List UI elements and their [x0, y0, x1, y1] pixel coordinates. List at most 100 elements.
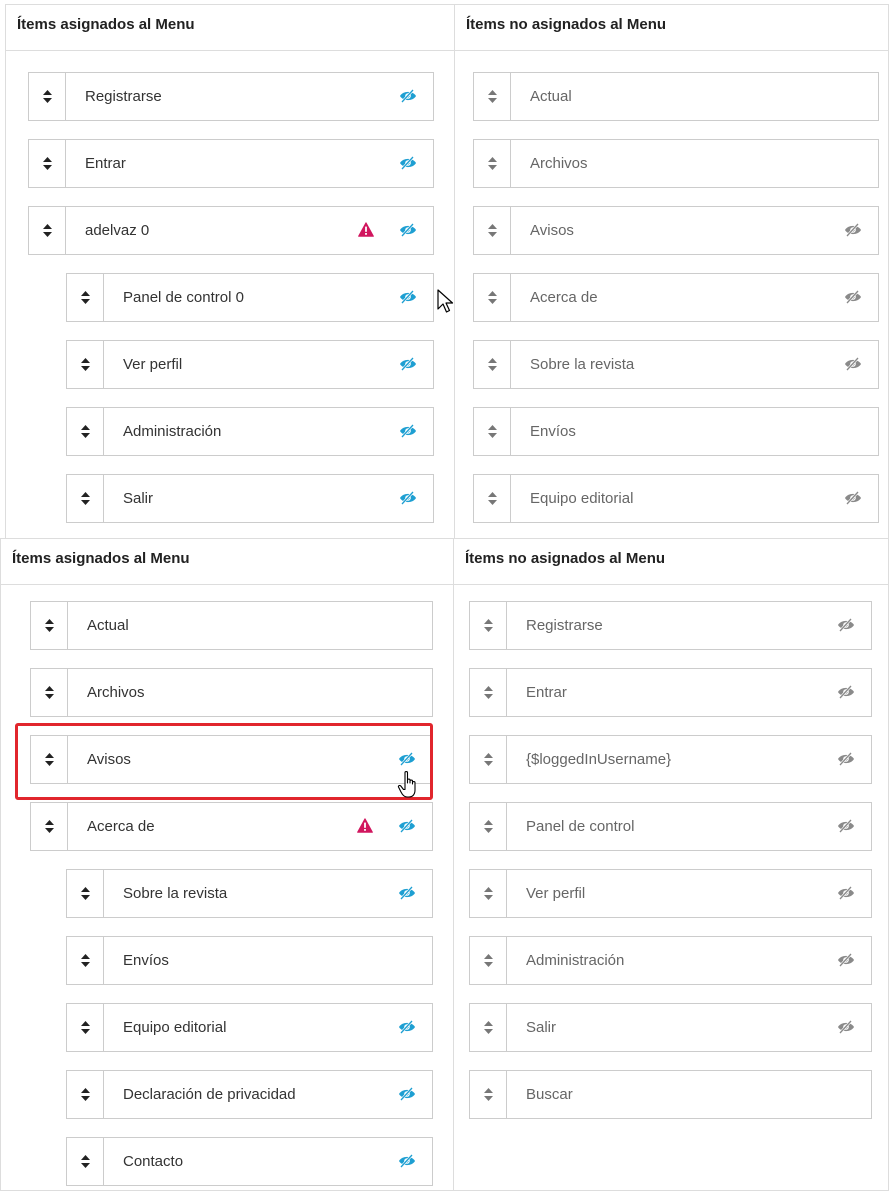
menu-item-label: Entrar	[526, 684, 567, 701]
drag-handle-icon[interactable]	[470, 736, 507, 783]
drag-handle-icon[interactable]	[31, 669, 68, 716]
visible-eye-icon[interactable]	[398, 886, 416, 900]
unassigned-menu-item[interactable]: Acerca de	[473, 273, 879, 322]
menu-item-label: Ver perfil	[526, 885, 586, 902]
menu-item-label: Registrarse	[85, 88, 162, 105]
drag-handle-icon[interactable]	[474, 140, 511, 187]
visible-eye-icon[interactable]	[398, 1087, 416, 1101]
assigned-menu-item[interactable]: Panel de control 0	[66, 273, 434, 322]
visible-eye-icon[interactable]	[398, 1154, 416, 1168]
hidden-eye-icon[interactable]	[837, 752, 855, 766]
drag-handle-icon[interactable]	[67, 1138, 104, 1185]
menu-item-label: Equipo editorial	[123, 1019, 227, 1036]
drag-handle-icon[interactable]	[470, 1004, 507, 1051]
visible-eye-icon[interactable]	[398, 1020, 416, 1034]
hidden-eye-icon[interactable]	[844, 290, 862, 304]
drag-handle-icon[interactable]	[474, 341, 511, 388]
drag-handle-icon[interactable]	[67, 1004, 104, 1051]
unassigned-menu-item[interactable]: Entrar	[469, 668, 872, 717]
drag-handle-icon[interactable]	[474, 274, 511, 321]
unassigned-menu-item[interactable]: Panel de control	[469, 802, 872, 851]
assigned-menu-item[interactable]: Avisos	[30, 735, 433, 784]
top-assigned-column: Ítems asignados al Menu Registrarse Entra…	[6, 5, 454, 543]
visible-eye-icon[interactable]	[399, 223, 417, 237]
unassigned-menu-item[interactable]: Sobre la revista	[473, 340, 879, 389]
drag-handle-icon[interactable]	[474, 475, 511, 522]
drag-handle-icon[interactable]	[29, 207, 66, 254]
unassigned-menu-item[interactable]: Ver perfil	[469, 869, 872, 918]
hidden-eye-icon[interactable]	[837, 886, 855, 900]
hidden-eye-icon[interactable]	[837, 1020, 855, 1034]
assigned-menu-item[interactable]: Acerca de	[30, 802, 433, 851]
drag-handle-icon[interactable]	[470, 937, 507, 984]
drag-handle-icon[interactable]	[67, 475, 104, 522]
drag-handle-icon[interactable]	[470, 669, 507, 716]
menu-item-label: Administración	[123, 423, 222, 440]
unassigned-menu-item[interactable]: Equipo editorial	[473, 474, 879, 523]
unassigned-menu-item[interactable]: Buscar	[469, 1070, 872, 1119]
warning-icon	[358, 222, 374, 237]
hidden-eye-icon[interactable]	[837, 685, 855, 699]
menu-item-label: Actual	[87, 617, 129, 634]
unassigned-menu-item[interactable]: Envíos	[473, 407, 879, 456]
drag-handle-icon[interactable]	[31, 602, 68, 649]
visible-eye-icon[interactable]	[399, 290, 417, 304]
assigned-menu-item[interactable]: Declaración de privacidad	[66, 1070, 433, 1119]
menu-item-label: Equipo editorial	[530, 490, 634, 507]
drag-handle-icon[interactable]	[29, 73, 66, 120]
drag-handle-icon[interactable]	[31, 803, 68, 850]
hidden-eye-icon[interactable]	[837, 618, 855, 632]
unassigned-menu-item[interactable]: Registrarse	[469, 601, 872, 650]
top-unassigned-column: Ítems no asignados al Menu Actual Archivo…	[454, 5, 888, 543]
hidden-eye-icon[interactable]	[837, 953, 855, 967]
assigned-menu-item[interactable]: Entrar	[28, 139, 434, 188]
assigned-menu-item[interactable]: Salir	[66, 474, 434, 523]
assigned-menu-item[interactable]: Registrarse	[28, 72, 434, 121]
unassigned-menu-item[interactable]: {$loggedInUsername}	[469, 735, 872, 784]
unassigned-menu-item[interactable]: Archivos	[473, 139, 879, 188]
assigned-menu-item[interactable]: adelvaz 0	[28, 206, 434, 255]
menu-item-label: Archivos	[530, 155, 588, 172]
drag-handle-icon[interactable]	[474, 207, 511, 254]
visible-eye-icon[interactable]	[398, 819, 416, 833]
drag-handle-icon[interactable]	[67, 870, 104, 917]
assigned-menu-item[interactable]: Archivos	[30, 668, 433, 717]
menu-item-label: Avisos	[530, 222, 574, 239]
unassigned-menu-item[interactable]: Actual	[473, 72, 879, 121]
drag-handle-icon[interactable]	[470, 602, 507, 649]
drag-handle-icon[interactable]	[67, 274, 104, 321]
assigned-menu-item[interactable]: Envíos	[66, 936, 433, 985]
drag-handle-icon[interactable]	[29, 140, 66, 187]
assigned-menu-item[interactable]: Contacto	[66, 1137, 433, 1186]
drag-handle-icon[interactable]	[474, 73, 511, 120]
hidden-eye-icon[interactable]	[837, 819, 855, 833]
drag-handle-icon[interactable]	[470, 1071, 507, 1118]
assigned-menu-item[interactable]: Ver perfil	[66, 340, 434, 389]
menu-item-label: Salir	[526, 1019, 557, 1036]
hidden-eye-icon[interactable]	[844, 223, 862, 237]
visible-eye-icon[interactable]	[398, 752, 416, 766]
visible-eye-icon[interactable]	[399, 89, 417, 103]
drag-handle-icon[interactable]	[67, 1071, 104, 1118]
unassigned-menu-item[interactable]: Avisos	[473, 206, 879, 255]
drag-handle-icon[interactable]	[470, 870, 507, 917]
assigned-menu-item[interactable]: Actual	[30, 601, 433, 650]
visible-eye-icon[interactable]	[399, 491, 417, 505]
drag-handle-icon[interactable]	[67, 341, 104, 388]
unassigned-menu-item[interactable]: Salir	[469, 1003, 872, 1052]
drag-handle-icon[interactable]	[470, 803, 507, 850]
drag-handle-icon[interactable]	[67, 937, 104, 984]
menu-item-label: Registrarse	[526, 617, 603, 634]
unassigned-menu-item[interactable]: Administración	[469, 936, 872, 985]
visible-eye-icon[interactable]	[399, 424, 417, 438]
assigned-menu-item[interactable]: Administración	[66, 407, 434, 456]
drag-handle-icon[interactable]	[474, 408, 511, 455]
assigned-menu-item[interactable]: Equipo editorial	[66, 1003, 433, 1052]
hidden-eye-icon[interactable]	[844, 491, 862, 505]
visible-eye-icon[interactable]	[399, 357, 417, 371]
drag-handle-icon[interactable]	[67, 408, 104, 455]
drag-handle-icon[interactable]	[31, 736, 68, 783]
hidden-eye-icon[interactable]	[844, 357, 862, 371]
visible-eye-icon[interactable]	[399, 156, 417, 170]
assigned-menu-item[interactable]: Sobre la revista	[66, 869, 433, 918]
